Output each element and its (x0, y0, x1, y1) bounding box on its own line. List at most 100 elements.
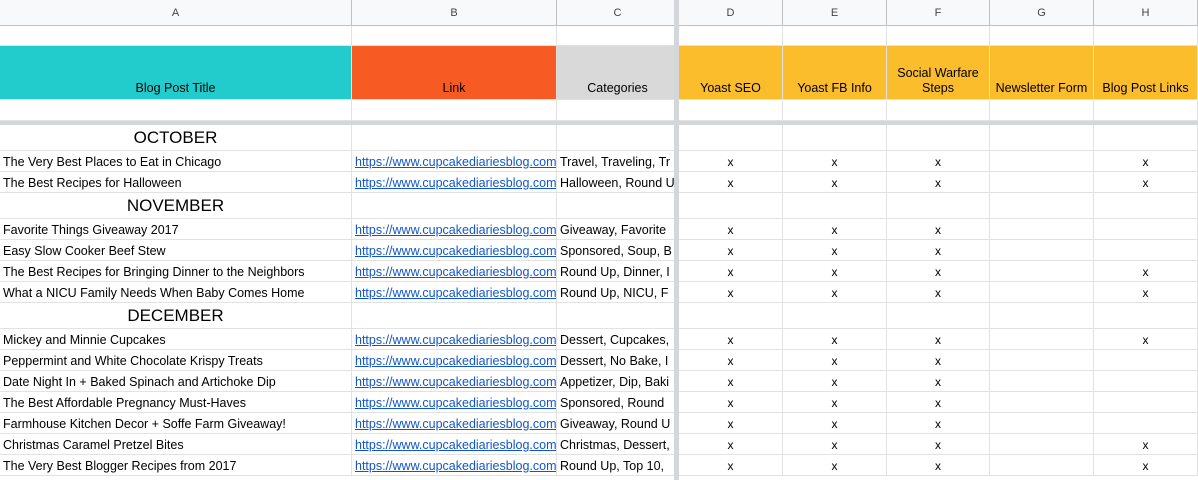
cell-empty[interactable] (352, 100, 557, 120)
header-blog-post-title[interactable]: Blog Post Title (0, 46, 352, 99)
cell-check-g[interactable] (990, 219, 1094, 239)
frozen-columns-divider[interactable] (674, 0, 679, 480)
header-link[interactable]: Link (352, 46, 557, 99)
cell-check-f[interactable]: x (887, 350, 990, 370)
cell-check-d[interactable]: x (679, 329, 783, 349)
cell-title[interactable]: The Best Recipes for Bringing Dinner to … (0, 261, 352, 281)
cell-check-d[interactable]: x (679, 350, 783, 370)
column-header-g[interactable]: G (990, 0, 1094, 26)
cell-categories[interactable]: Giveaway, Round U (557, 413, 679, 433)
cell-check-e[interactable]: x (783, 392, 887, 412)
cell-check-d[interactable]: x (679, 413, 783, 433)
cell-check-g[interactable] (990, 371, 1094, 391)
cell-title[interactable]: Farmhouse Kitchen Decor + Soffe Farm Giv… (0, 413, 352, 433)
cell-categories[interactable]: Dessert, Cupcakes, (557, 329, 679, 349)
cell-categories[interactable]: Appetizer, Dip, Baki (557, 371, 679, 391)
cell-check-e[interactable]: x (783, 240, 887, 260)
cell-check-e[interactable]: x (783, 329, 887, 349)
header-social-warfare-steps[interactable]: Social Warfare Steps (887, 46, 990, 99)
blog-post-link[interactable]: https://www.cupcakediariesblog.com (355, 417, 556, 431)
cell-check-f[interactable]: x (887, 282, 990, 302)
cell-empty[interactable] (679, 26, 783, 45)
cell-link[interactable]: https://www.cupcakediariesblog.com (352, 172, 557, 192)
cell-check-f[interactable]: x (887, 371, 990, 391)
cell-title[interactable]: What a NICU Family Needs When Baby Comes… (0, 282, 352, 302)
cell-empty[interactable] (352, 26, 557, 45)
cell-check-g[interactable] (990, 329, 1094, 349)
cell-empty[interactable] (1094, 193, 1198, 218)
cell-empty[interactable] (679, 125, 783, 150)
cell-title[interactable]: Favorite Things Giveaway 2017 (0, 219, 352, 239)
blog-post-link[interactable]: https://www.cupcakediariesblog.com (355, 176, 556, 190)
cell-empty[interactable] (0, 26, 352, 45)
cell-empty[interactable] (1094, 125, 1198, 150)
column-header-h[interactable]: H (1094, 0, 1198, 26)
cell-check-h[interactable]: x (1094, 261, 1198, 281)
cell-check-h[interactable] (1094, 392, 1198, 412)
cell-check-g[interactable] (990, 240, 1094, 260)
cell-link[interactable]: https://www.cupcakediariesblog.com (352, 261, 557, 281)
cell-title[interactable]: Mickey and Minnie Cupcakes (0, 329, 352, 349)
header-yoast-seo[interactable]: Yoast SEO (679, 46, 783, 99)
cell-check-g[interactable] (990, 434, 1094, 454)
cell-check-g[interactable] (990, 151, 1094, 171)
cell-check-f[interactable]: x (887, 219, 990, 239)
month-heading[interactable]: DECEMBER (0, 303, 352, 328)
cell-title[interactable]: The Very Best Blogger Recipes from 2017 (0, 455, 352, 475)
cell-categories[interactable]: Halloween, Round U (557, 172, 679, 192)
cell-link[interactable]: https://www.cupcakediariesblog.com (352, 392, 557, 412)
cell-link[interactable]: https://www.cupcakediariesblog.com (352, 350, 557, 370)
cell-check-h[interactable]: x (1094, 455, 1198, 475)
cell-check-f[interactable]: x (887, 329, 990, 349)
blog-post-link[interactable]: https://www.cupcakediariesblog.com (355, 459, 556, 473)
cell-empty[interactable] (990, 26, 1094, 45)
cell-check-f[interactable]: x (887, 434, 990, 454)
blog-post-link[interactable]: https://www.cupcakediariesblog.com (355, 396, 556, 410)
cell-empty[interactable] (557, 125, 679, 150)
cell-check-e[interactable]: x (783, 413, 887, 433)
cell-title[interactable]: Date Night In + Baked Spinach and Artich… (0, 371, 352, 391)
cell-empty[interactable] (679, 303, 783, 328)
cell-categories[interactable]: Sponsored, Soup, B (557, 240, 679, 260)
cell-check-d[interactable]: x (679, 455, 783, 475)
cell-check-g[interactable] (990, 350, 1094, 370)
cell-empty[interactable] (783, 125, 887, 150)
blog-post-link[interactable]: https://www.cupcakediariesblog.com (355, 265, 556, 279)
blog-post-link[interactable]: https://www.cupcakediariesblog.com (355, 286, 556, 300)
cell-empty[interactable] (887, 125, 990, 150)
cell-check-e[interactable]: x (783, 151, 887, 171)
cell-check-e[interactable]: x (783, 261, 887, 281)
cell-check-e[interactable]: x (783, 434, 887, 454)
cell-check-e[interactable]: x (783, 371, 887, 391)
cell-check-h[interactable]: x (1094, 434, 1198, 454)
blog-post-link[interactable]: https://www.cupcakediariesblog.com (355, 333, 556, 347)
cell-title[interactable]: The Best Affordable Pregnancy Must-Haves (0, 392, 352, 412)
cell-link[interactable]: https://www.cupcakediariesblog.com (352, 282, 557, 302)
cell-link[interactable]: https://www.cupcakediariesblog.com (352, 151, 557, 171)
cell-empty[interactable] (887, 303, 990, 328)
cell-check-h[interactable] (1094, 371, 1198, 391)
cell-link[interactable]: https://www.cupcakediariesblog.com (352, 371, 557, 391)
cell-empty[interactable] (679, 193, 783, 218)
cell-link[interactable]: https://www.cupcakediariesblog.com (352, 329, 557, 349)
cell-empty[interactable] (352, 193, 557, 218)
blog-post-link[interactable]: https://www.cupcakediariesblog.com (355, 244, 556, 258)
cell-empty[interactable] (887, 100, 990, 120)
cell-check-f[interactable]: x (887, 392, 990, 412)
column-header-b[interactable]: B (352, 0, 557, 26)
cell-empty[interactable] (990, 193, 1094, 218)
cell-categories[interactable]: Travel, Traveling, Tr (557, 151, 679, 171)
cell-check-f[interactable]: x (887, 413, 990, 433)
cell-categories[interactable]: Round Up, Top 10, (557, 455, 679, 475)
column-header-e[interactable]: E (783, 0, 887, 26)
cell-categories[interactable]: Giveaway, Favorite (557, 219, 679, 239)
cell-empty[interactable] (557, 303, 679, 328)
column-header-c[interactable]: C (557, 0, 679, 26)
header-blog-post-links[interactable]: Blog Post Links (1094, 46, 1198, 99)
cell-empty[interactable] (557, 193, 679, 218)
cell-check-d[interactable]: x (679, 392, 783, 412)
cell-empty[interactable] (1094, 303, 1198, 328)
cell-check-f[interactable]: x (887, 455, 990, 475)
cell-categories[interactable]: Round Up, NICU, F (557, 282, 679, 302)
cell-check-d[interactable]: x (679, 282, 783, 302)
